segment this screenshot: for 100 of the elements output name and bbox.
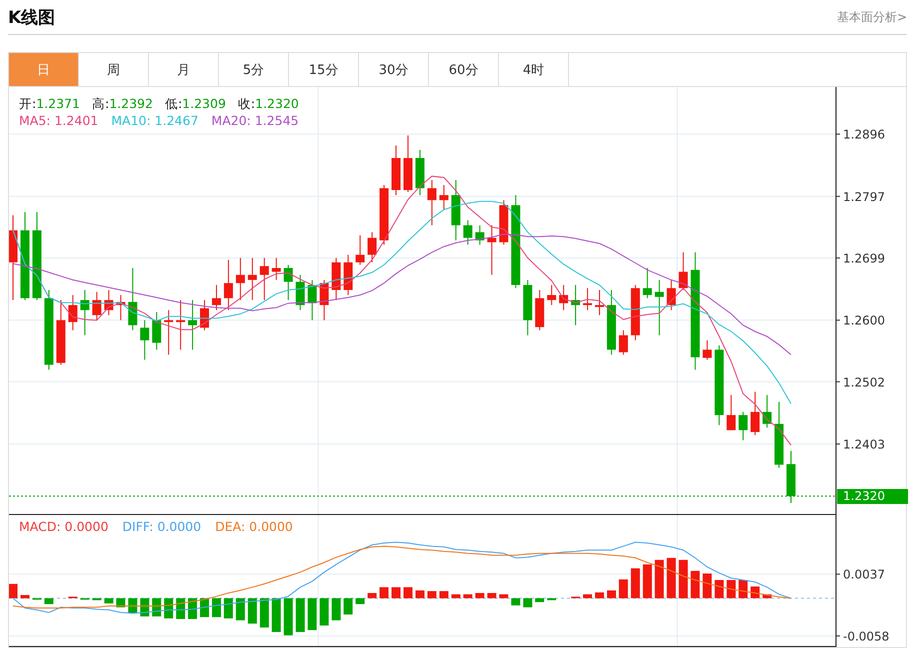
candlestick — [260, 257, 269, 301]
candlestick — [176, 300, 186, 350]
histogram-bar — [630, 568, 640, 598]
histogram-bar — [750, 586, 760, 598]
ohlc-value: 1.2371 — [36, 95, 80, 112]
moving-average-label: MA10 — [111, 112, 146, 129]
histogram-bar — [104, 598, 114, 604]
histogram-bar — [392, 587, 400, 598]
histogram-bar — [726, 580, 736, 598]
last-price-label: 1.2320 — [837, 488, 908, 504]
moving-average-value: : 1.2545 — [246, 112, 299, 129]
histogram-bar — [439, 591, 448, 598]
candlestick — [152, 312, 162, 350]
indicator-label: DIFF — [122, 519, 150, 534]
histogram-bar — [308, 598, 317, 630]
candlestick — [523, 279, 532, 336]
indicator-label: DEA — [215, 519, 241, 534]
histogram-bar — [380, 587, 388, 598]
indicator-label: MACD — [19, 519, 56, 534]
candlestick — [678, 252, 688, 290]
candlestick — [535, 290, 544, 331]
candlestick — [284, 264, 293, 301]
candlestick — [212, 284, 221, 311]
histogram-bar — [654, 560, 664, 598]
histogram-bar — [224, 598, 233, 618]
analysis-link[interactable]: 基本面分析> — [836, 8, 907, 26]
indicator-value: : 0.0000 — [149, 519, 202, 534]
candlestick — [595, 290, 604, 316]
candlestick — [308, 279, 317, 321]
histogram-bar — [356, 598, 365, 604]
candlestick — [368, 232, 377, 263]
histogram-bar — [332, 598, 341, 620]
indicator-value: : 0.0000 — [240, 519, 293, 534]
candlestick — [642, 268, 652, 299]
candlestick — [439, 184, 448, 211]
histogram-bar — [427, 591, 436, 598]
histogram-bar — [499, 594, 508, 598]
candlestick — [666, 279, 676, 311]
histogram-bar — [511, 598, 520, 606]
histogram-bar — [607, 590, 616, 598]
histogram-bar — [523, 598, 532, 608]
candlestick — [654, 279, 664, 336]
histogram-bar — [487, 593, 496, 598]
candlestick — [92, 291, 102, 321]
histogram-bar — [9, 584, 18, 598]
candlestick — [344, 254, 353, 296]
candlestick — [571, 284, 580, 326]
histogram-bar — [738, 580, 748, 598]
ohlc-label: 低: — [164, 95, 182, 112]
candlestick — [499, 200, 508, 246]
ohlc-label: 高: — [92, 95, 110, 112]
candlestick — [80, 290, 90, 336]
ohlc-value: 1.2320 — [255, 95, 299, 112]
candlestick — [630, 284, 640, 341]
candlestick — [320, 279, 329, 321]
histogram-bar — [416, 590, 424, 598]
histogram-bar — [176, 598, 186, 619]
ohlc-value: 1.2392 — [109, 95, 153, 112]
candlestick — [380, 184, 389, 246]
axis-label: 1.2896 — [843, 128, 885, 142]
histogram-bar — [404, 587, 412, 598]
moving-average-label: MA5 — [19, 112, 46, 129]
candlestick — [786, 450, 796, 504]
candlestick — [248, 257, 257, 301]
candlestick — [164, 310, 174, 356]
axis-label: 1.2797 — [843, 190, 885, 204]
candlestick — [56, 300, 66, 366]
histogram-bar — [236, 598, 245, 620]
candlestick — [547, 284, 556, 306]
histogram-bar — [296, 598, 305, 632]
candlestick — [427, 180, 436, 226]
candlestick — [68, 294, 78, 331]
histogram-bar — [320, 598, 329, 626]
candlestick — [296, 274, 305, 311]
axis-label: 0.0037 — [843, 568, 885, 582]
histogram-bar — [128, 598, 138, 614]
candlestick — [332, 257, 341, 301]
histogram-bar — [368, 593, 377, 598]
candlestick — [738, 411, 748, 441]
page-title: K线图 — [8, 6, 56, 28]
histogram-bar — [284, 598, 293, 636]
candlestick — [403, 134, 412, 192]
histogram-bar — [690, 570, 700, 598]
moving-average-label: MA20 — [211, 112, 247, 129]
indicator-value: : 0.0000 — [56, 519, 108, 534]
candlestick — [116, 294, 126, 321]
ohlc-label: 收: — [238, 95, 256, 112]
axis-label: -0.0058 — [843, 629, 890, 644]
candlestick — [583, 288, 592, 311]
histogram-bar — [714, 580, 724, 598]
histogram-bar — [762, 594, 772, 598]
candlestick — [140, 320, 150, 360]
histogram-bar — [463, 594, 472, 598]
ohlc-label: 开: — [19, 95, 36, 112]
candlestick — [463, 220, 472, 246]
candlestick — [726, 394, 736, 431]
axis-label: 1.2403 — [843, 437, 885, 452]
histogram-bar — [642, 564, 652, 598]
histogram-bar — [20, 595, 30, 598]
histogram-bar — [212, 598, 221, 618]
